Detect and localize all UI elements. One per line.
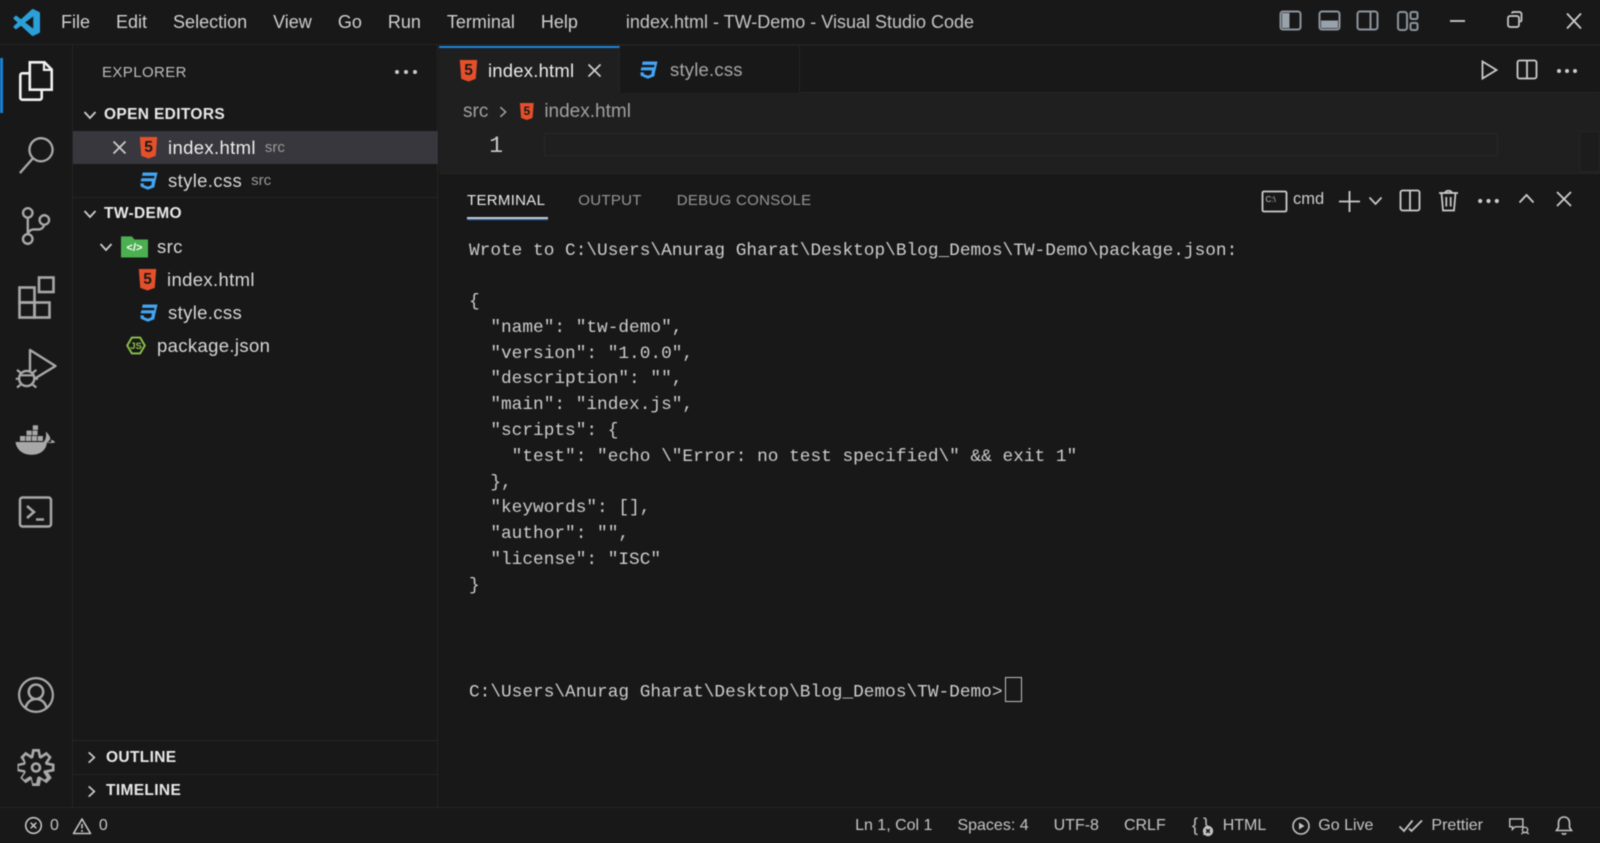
svg-text:{: {	[1192, 815, 1198, 835]
svg-text:C:\: C:\	[1266, 195, 1277, 204]
svg-text:JS: JS	[130, 341, 142, 352]
